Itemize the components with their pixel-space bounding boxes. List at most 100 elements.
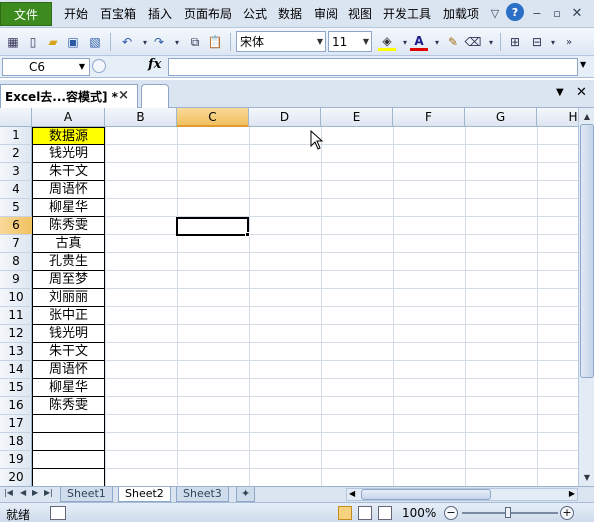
close-icon[interactable]: ✕	[570, 4, 584, 22]
row-header-11[interactable]: 11	[0, 307, 32, 325]
zoom-level[interactable]: 100%	[402, 506, 436, 520]
page-break-view-icon[interactable]	[378, 506, 392, 520]
cell-a16[interactable]: 陈秀雯	[32, 397, 105, 415]
cell-a20[interactable]	[32, 469, 105, 486]
cell-a3[interactable]: 朱干文	[32, 163, 105, 181]
sheet-tab-3[interactable]: Sheet3	[176, 487, 229, 502]
next-sheet-icon[interactable]: ▶	[32, 488, 38, 497]
cell-a6[interactable]: 陈秀雯	[32, 217, 105, 235]
font-name-select[interactable]: 宋体 ▼	[236, 31, 326, 52]
cell-a11[interactable]: 张中正	[32, 307, 105, 325]
column-header-g[interactable]: G	[465, 108, 537, 127]
cell-a7[interactable]: 古真	[32, 235, 105, 253]
row-header-20[interactable]: 20	[0, 469, 32, 486]
macro-record-icon[interactable]	[50, 506, 66, 520]
last-sheet-icon[interactable]: ▶|	[44, 488, 53, 497]
column-header-f[interactable]: F	[393, 108, 465, 127]
select-all-corner[interactable]	[0, 108, 32, 127]
page-layout-view-icon[interactable]	[358, 506, 372, 520]
row-header-19[interactable]: 19	[0, 451, 32, 469]
row-header-14[interactable]: 14	[0, 361, 32, 379]
minimize-icon[interactable]: −	[530, 4, 544, 22]
row-header-16[interactable]: 16	[0, 397, 32, 415]
scroll-up-icon[interactable]: ▲	[580, 109, 594, 123]
name-box[interactable]: C6 ▼	[2, 58, 90, 76]
row-header-1[interactable]: 1	[0, 127, 32, 145]
excel-icon[interactable]: ▦	[4, 33, 22, 51]
cell-a12[interactable]: 钱光明	[32, 325, 105, 343]
close-document-icon[interactable]: ✕	[576, 85, 587, 100]
document-tab[interactable]: Excel去...容模式] * ×	[0, 84, 138, 108]
column-header-d[interactable]: D	[249, 108, 321, 127]
menu-review[interactable]: 审阅	[314, 5, 338, 22]
clear-icon[interactable]: ⌫	[464, 33, 482, 51]
scroll-right-icon[interactable]: ▶	[569, 489, 575, 498]
formula-expand-icon[interactable]: ▼	[580, 60, 586, 69]
row-header-2[interactable]: 2	[0, 145, 32, 163]
menu-developer[interactable]: 开发工具	[383, 5, 431, 22]
vertical-scrollbar[interactable]: ▲ ▼	[578, 108, 594, 486]
redo-icon[interactable]: ↷	[150, 33, 168, 51]
row-header-7[interactable]: 7	[0, 235, 32, 253]
insert-function-icon[interactable]: fx	[148, 57, 161, 72]
cell-a5[interactable]: 柳星华	[32, 199, 105, 217]
column-header-c[interactable]: C	[177, 108, 249, 127]
row-header-9[interactable]: 9	[0, 271, 32, 289]
cell-a8[interactable]: 孔贵生	[32, 253, 105, 271]
new-tab-button[interactable]	[141, 84, 169, 108]
cell-a9[interactable]: 周至梦	[32, 271, 105, 289]
normal-view-icon[interactable]	[338, 506, 352, 520]
undo-icon[interactable]: ↶	[118, 33, 136, 51]
tab-list-icon[interactable]: ▼	[556, 87, 564, 98]
menu-formulas[interactable]: 公式	[243, 5, 267, 22]
zoom-out-icon[interactable]: −	[444, 506, 458, 520]
menu-insert[interactable]: 插入	[148, 5, 172, 22]
redo-dropdown-icon[interactable]: ▾	[168, 33, 186, 51]
cell-a18[interactable]	[32, 433, 105, 451]
format-painter-icon[interactable]: ✎	[444, 33, 462, 51]
column-header-h[interactable]: H	[537, 108, 578, 127]
open-icon[interactable]: ▰	[44, 33, 62, 51]
help-icon[interactable]: ?	[506, 3, 524, 21]
menu-toolbox[interactable]: 百宝箱	[100, 5, 136, 22]
cell-a14[interactable]: 周语怀	[32, 361, 105, 379]
paste-icon[interactable]: 📋	[206, 33, 224, 51]
cell-a15[interactable]: 柳星华	[32, 379, 105, 397]
row-header-12[interactable]: 12	[0, 325, 32, 343]
copy-icon[interactable]: ⧉	[186, 33, 204, 51]
scroll-down-icon[interactable]: ▼	[580, 470, 594, 484]
column-header-e[interactable]: E	[321, 108, 393, 127]
zoom-in-icon[interactable]: +	[560, 506, 574, 520]
sheet-tab-1[interactable]: Sheet1	[60, 487, 113, 502]
row-header-10[interactable]: 10	[0, 289, 32, 307]
row-header-13[interactable]: 13	[0, 343, 32, 361]
active-cell-c6[interactable]	[176, 217, 249, 236]
row-header-4[interactable]: 4	[0, 181, 32, 199]
insert-sheet-icon[interactable]: ✦	[236, 487, 256, 502]
row-header-3[interactable]: 3	[0, 163, 32, 181]
menu-home[interactable]: 开始	[64, 5, 88, 22]
row-header-15[interactable]: 15	[0, 379, 32, 397]
ribbon-toggle-icon[interactable]: ▽	[488, 4, 502, 22]
column-header-a[interactable]: A	[32, 108, 105, 127]
save-icon[interactable]: ▣	[64, 33, 82, 51]
row-header-18[interactable]: 18	[0, 433, 32, 451]
cell-a2[interactable]: 钱光明	[32, 145, 105, 163]
zoom-slider-thumb[interactable]	[505, 507, 511, 518]
font-size-select[interactable]: 11 ▼	[328, 31, 372, 52]
row-header-8[interactable]: 8	[0, 253, 32, 271]
sheet-tab-2[interactable]: Sheet2	[118, 487, 171, 502]
fill-color-icon[interactable]: ◈	[378, 33, 396, 51]
first-sheet-icon[interactable]: |◀	[4, 488, 13, 497]
row-header-5[interactable]: 5	[0, 199, 32, 217]
borders-icon[interactable]: ⊞	[506, 33, 524, 51]
clear-dropdown-icon[interactable]: ▾	[482, 33, 500, 51]
cell-a19[interactable]	[32, 451, 105, 469]
formula-input[interactable]	[168, 58, 578, 76]
menu-page-layout[interactable]: 页面布局	[184, 5, 232, 22]
vertical-scroll-thumb[interactable]	[580, 124, 594, 378]
file-menu-button[interactable]: 文件	[0, 2, 52, 26]
horizontal-scrollbar[interactable]: ◀ ▶	[346, 488, 578, 501]
horizontal-scroll-thumb[interactable]	[361, 489, 491, 500]
cell-a4[interactable]: 周语怀	[32, 181, 105, 199]
